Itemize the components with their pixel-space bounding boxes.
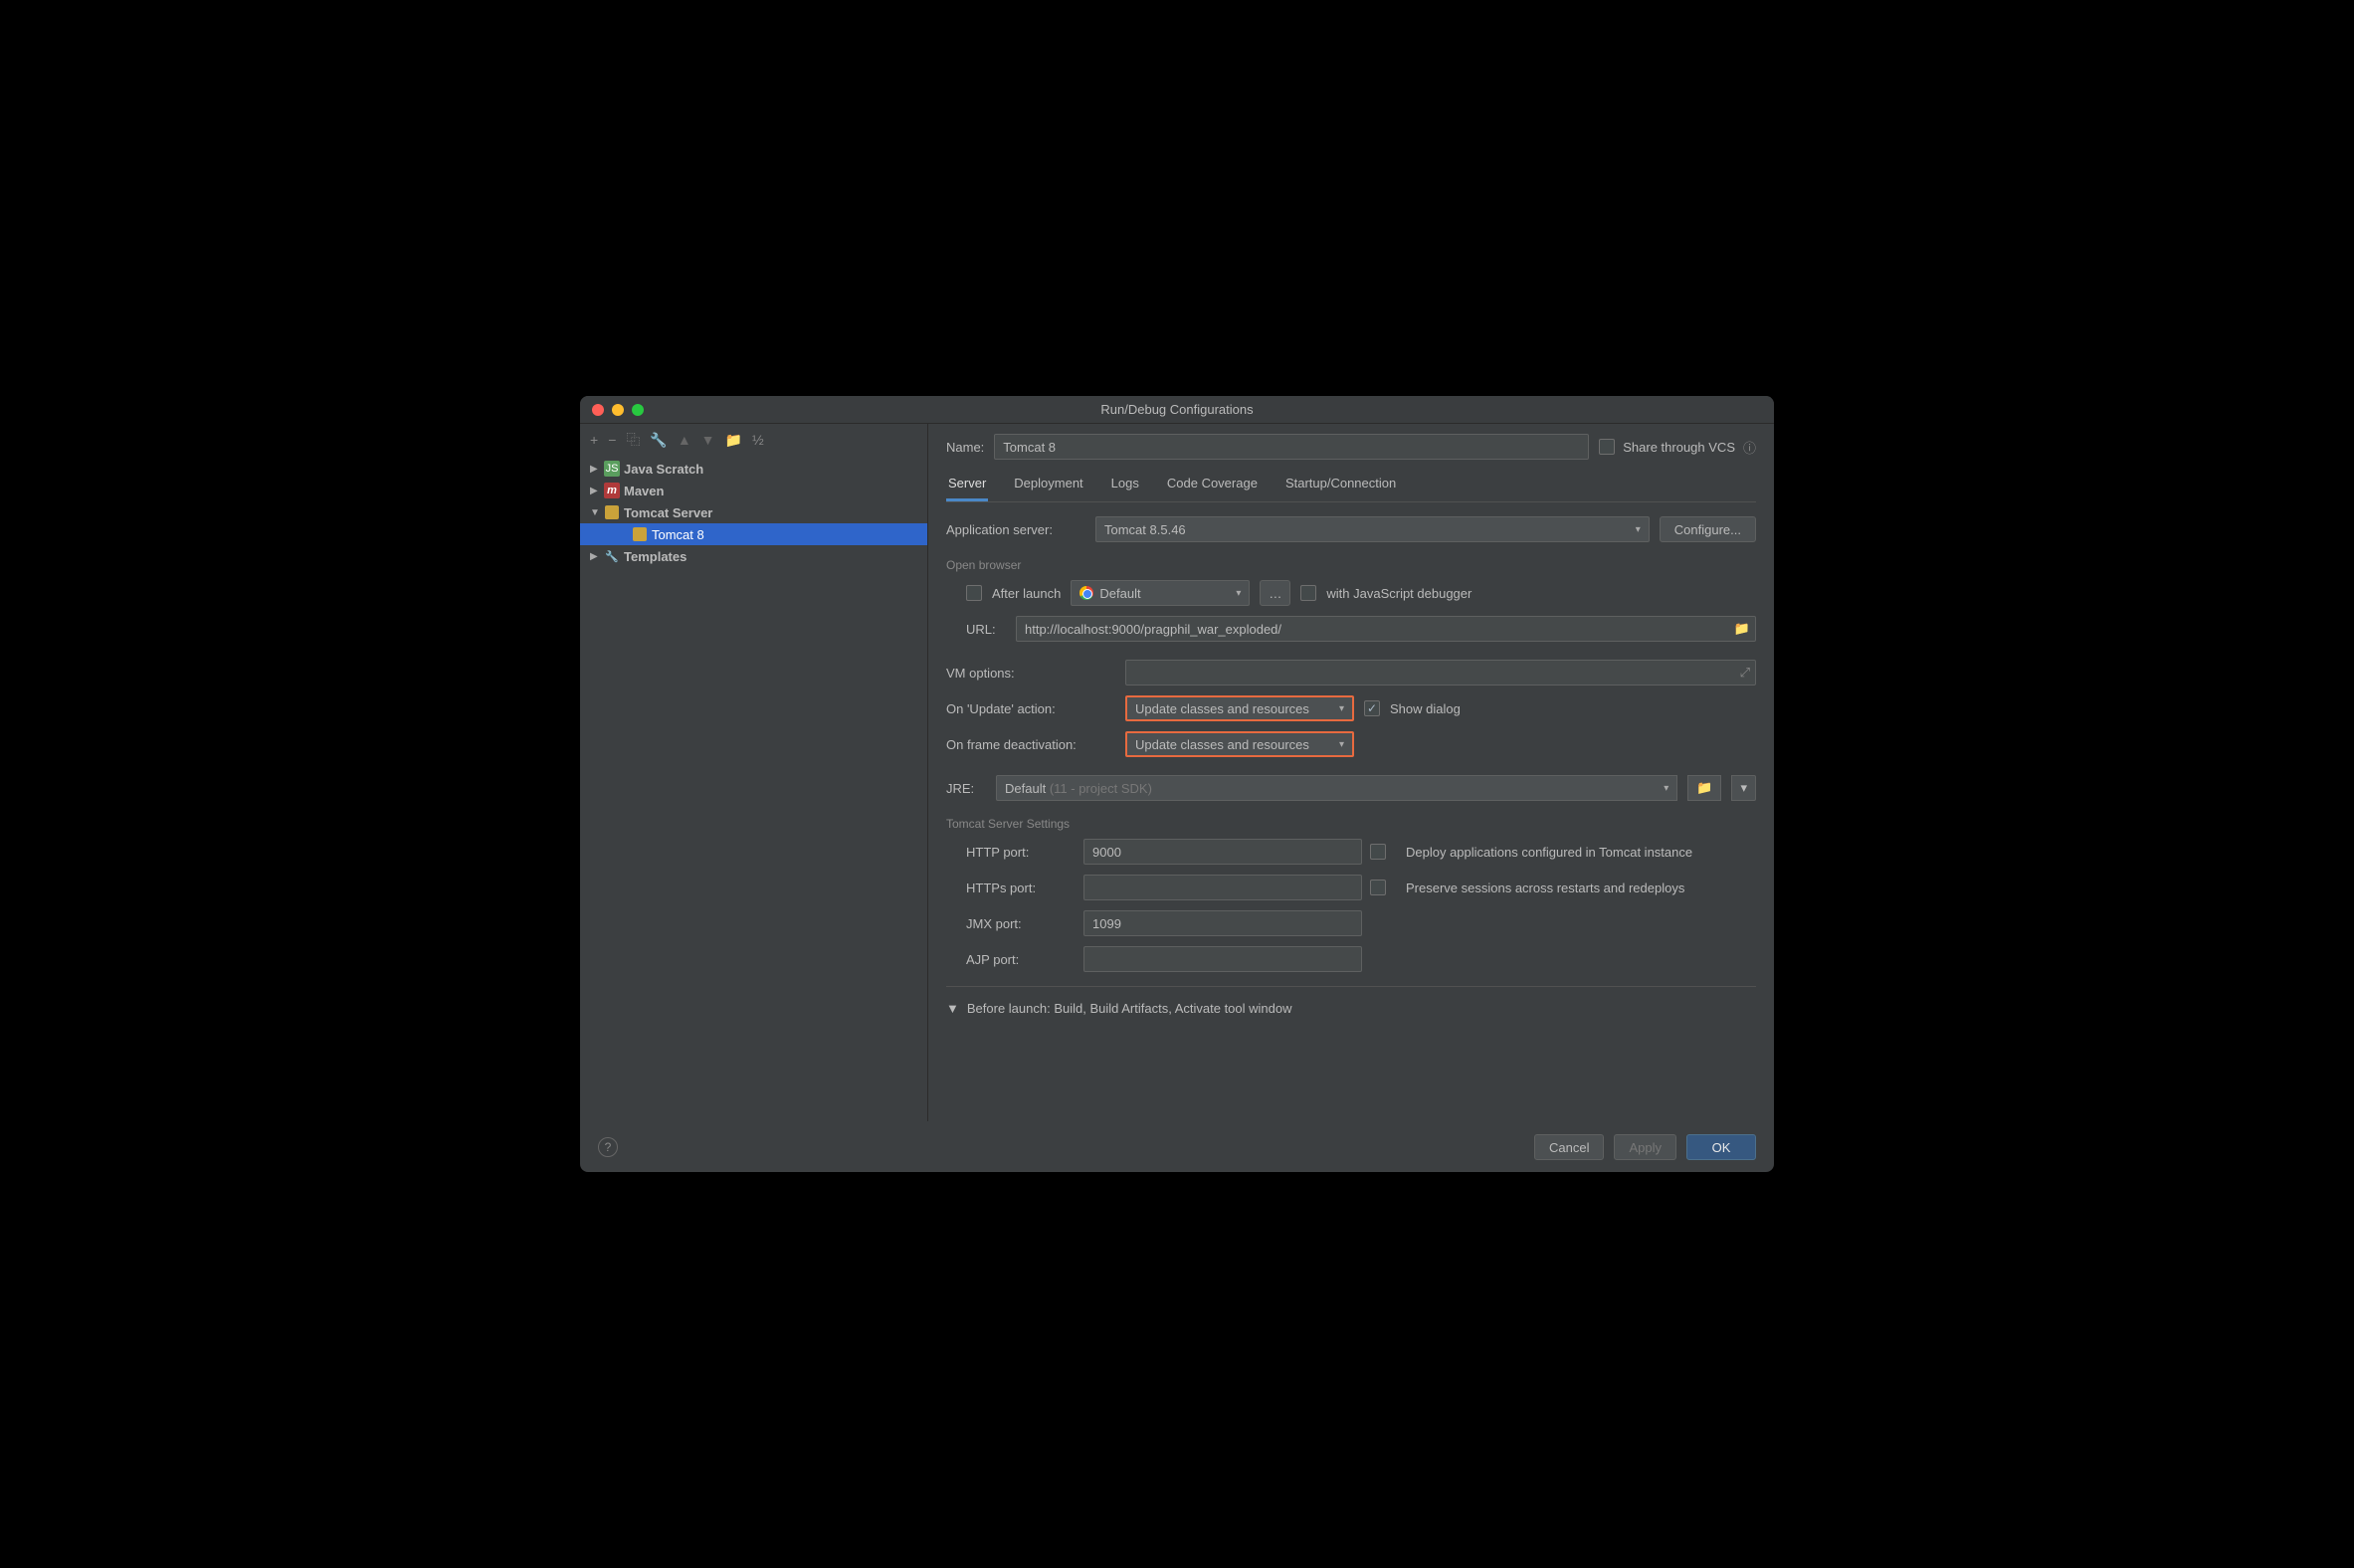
main-panel: Name: Share through VCS ⓘ Server Deploym… <box>928 424 1774 1121</box>
url-label: URL: <box>966 622 1006 637</box>
tomcat-settings-heading: Tomcat Server Settings <box>946 817 1756 831</box>
on-update-action-select[interactable]: Update classes and resources <box>1125 695 1354 721</box>
on-frame-value: Update classes and resources <box>1135 737 1309 752</box>
tab-code-coverage[interactable]: Code Coverage <box>1165 470 1260 501</box>
after-launch-label: After launch <box>992 586 1061 601</box>
tree-label: Tomcat Server <box>624 505 712 520</box>
jre-select[interactable]: Default (11 - project SDK) <box>996 775 1677 801</box>
http-port-label: HTTP port: <box>966 845 1076 860</box>
folder-button[interactable]: 📁 <box>725 432 742 449</box>
tab-startup-connection[interactable]: Startup/Connection <box>1283 470 1398 501</box>
https-port-input[interactable] <box>1083 875 1362 900</box>
jre-label: JRE: <box>946 781 986 796</box>
jmx-port-label: JMX port: <box>966 916 1076 931</box>
tabs: Server Deployment Logs Code Coverage Sta… <box>946 470 1756 502</box>
add-config-button[interactable]: + <box>590 432 598 448</box>
sort-button[interactable]: ½ <box>752 432 764 448</box>
after-launch-checkbox[interactable] <box>966 585 982 601</box>
tree-tomcat-8[interactable]: Tomcat 8 <box>580 523 927 545</box>
deploy-instance-checkbox[interactable] <box>1370 844 1386 860</box>
app-server-label: Application server: <box>946 522 1085 537</box>
expand-icon[interactable]: ⤢ <box>1740 665 1750 681</box>
share-vcs-checkbox[interactable] <box>1599 439 1615 455</box>
ajp-port-label: AJP port: <box>966 952 1076 967</box>
on-update-label: On 'Update' action: <box>946 701 1115 716</box>
share-help-icon[interactable]: ⓘ <box>1743 438 1756 457</box>
sidebar: + − ⿻ 🔧 ▲ ▼ 📁 ½ ▶ JS Java Scratch ▶ m Ma… <box>580 424 928 1121</box>
dialog-window: Run/Debug Configurations + − ⿻ 🔧 ▲ ▼ 📁 ½… <box>580 396 1774 1172</box>
https-port-label: HTTPs port: <box>966 881 1076 895</box>
ok-button[interactable]: OK <box>1686 1134 1756 1160</box>
jre-detail: (11 - project SDK) <box>1050 781 1152 796</box>
name-label: Name: <box>946 440 984 455</box>
tree-java-scratch[interactable]: ▶ JS Java Scratch <box>580 458 927 480</box>
show-dialog-checkbox[interactable] <box>1364 700 1380 716</box>
show-dialog-label: Show dialog <box>1390 701 1461 716</box>
cancel-button[interactable]: Cancel <box>1534 1134 1604 1160</box>
on-frame-deactivation-select[interactable]: Update classes and resources <box>1125 731 1354 757</box>
url-browse-icon[interactable]: 📁 <box>1734 621 1750 637</box>
tree-label: Tomcat 8 <box>652 527 704 542</box>
chevron-down-icon: ▼ <box>946 1001 959 1016</box>
config-tree: ▶ JS Java Scratch ▶ m Maven ▼ Tomcat Ser… <box>580 456 927 1121</box>
move-down-button[interactable]: ▼ <box>701 432 715 448</box>
help-button[interactable]: ? <box>598 1137 618 1157</box>
preserve-sessions-checkbox[interactable] <box>1370 880 1386 895</box>
tab-deployment[interactable]: Deployment <box>1012 470 1084 501</box>
browser-value: Default <box>1099 586 1140 601</box>
app-server-value: Tomcat 8.5.46 <box>1104 522 1186 537</box>
preserve-sessions-label: Preserve sessions across restarts and re… <box>1406 881 1756 895</box>
on-frame-label: On frame deactivation: <box>946 737 1115 752</box>
tree-label: Maven <box>624 484 664 498</box>
tree-tomcat-server[interactable]: ▼ Tomcat Server <box>580 501 927 523</box>
dialog-footer: ? Cancel Apply OK <box>580 1121 1774 1172</box>
js-debugger-checkbox[interactable] <box>1300 585 1316 601</box>
tomcat-icon <box>632 526 648 542</box>
configure-button[interactable]: Configure... <box>1660 516 1756 542</box>
before-launch-label: Before launch: Build, Build Artifacts, A… <box>967 1001 1292 1016</box>
tree-maven[interactable]: ▶ m Maven <box>580 480 927 501</box>
open-browser-heading: Open browser <box>946 558 1756 572</box>
tab-server[interactable]: Server <box>946 470 988 501</box>
jre-dropdown-button[interactable]: ▾ <box>1731 775 1756 801</box>
remove-config-button[interactable]: − <box>608 432 616 448</box>
browser-select[interactable]: Default <box>1071 580 1250 606</box>
chrome-icon <box>1079 586 1093 600</box>
window-title: Run/Debug Configurations <box>580 402 1774 417</box>
vm-options-label: VM options: <box>946 666 1115 681</box>
jmx-port-input[interactable] <box>1083 910 1362 936</box>
http-port-input[interactable] <box>1083 839 1362 865</box>
titlebar: Run/Debug Configurations <box>580 396 1774 424</box>
tree-label: Templates <box>624 549 687 564</box>
ajp-port-input[interactable] <box>1083 946 1362 972</box>
vm-options-input[interactable] <box>1125 660 1756 686</box>
on-update-value: Update classes and resources <box>1135 701 1309 716</box>
tab-logs[interactable]: Logs <box>1109 470 1141 501</box>
java-scratch-icon: JS <box>604 461 620 477</box>
before-launch-section[interactable]: ▼ Before launch: Build, Build Artifacts,… <box>946 1001 1756 1016</box>
tomcat-icon <box>604 504 620 520</box>
jre-browse-button[interactable]: 📁 <box>1687 775 1721 801</box>
copy-config-button[interactable]: ⿻ <box>626 430 640 450</box>
apply-button[interactable]: Apply <box>1614 1134 1676 1160</box>
js-debugger-label: with JavaScript debugger <box>1326 586 1471 601</box>
jre-default: Default <box>1005 781 1046 796</box>
sidebar-toolbar: + − ⿻ 🔧 ▲ ▼ 📁 ½ <box>580 424 927 456</box>
browser-more-button[interactable]: … <box>1260 580 1290 606</box>
tree-templates[interactable]: ▶ 🔧 Templates <box>580 545 927 567</box>
url-input[interactable] <box>1016 616 1756 642</box>
move-up-button[interactable]: ▲ <box>678 432 691 448</box>
app-server-select[interactable]: Tomcat 8.5.46 <box>1095 516 1650 542</box>
name-input[interactable] <box>994 434 1589 460</box>
share-vcs-label: Share through VCS <box>1623 440 1735 455</box>
wrench-icon: 🔧 <box>604 548 620 564</box>
edit-defaults-button[interactable]: 🔧 <box>650 432 667 449</box>
tree-label: Java Scratch <box>624 462 703 477</box>
deploy-instance-label: Deploy applications configured in Tomcat… <box>1406 845 1756 860</box>
maven-icon: m <box>604 483 620 498</box>
